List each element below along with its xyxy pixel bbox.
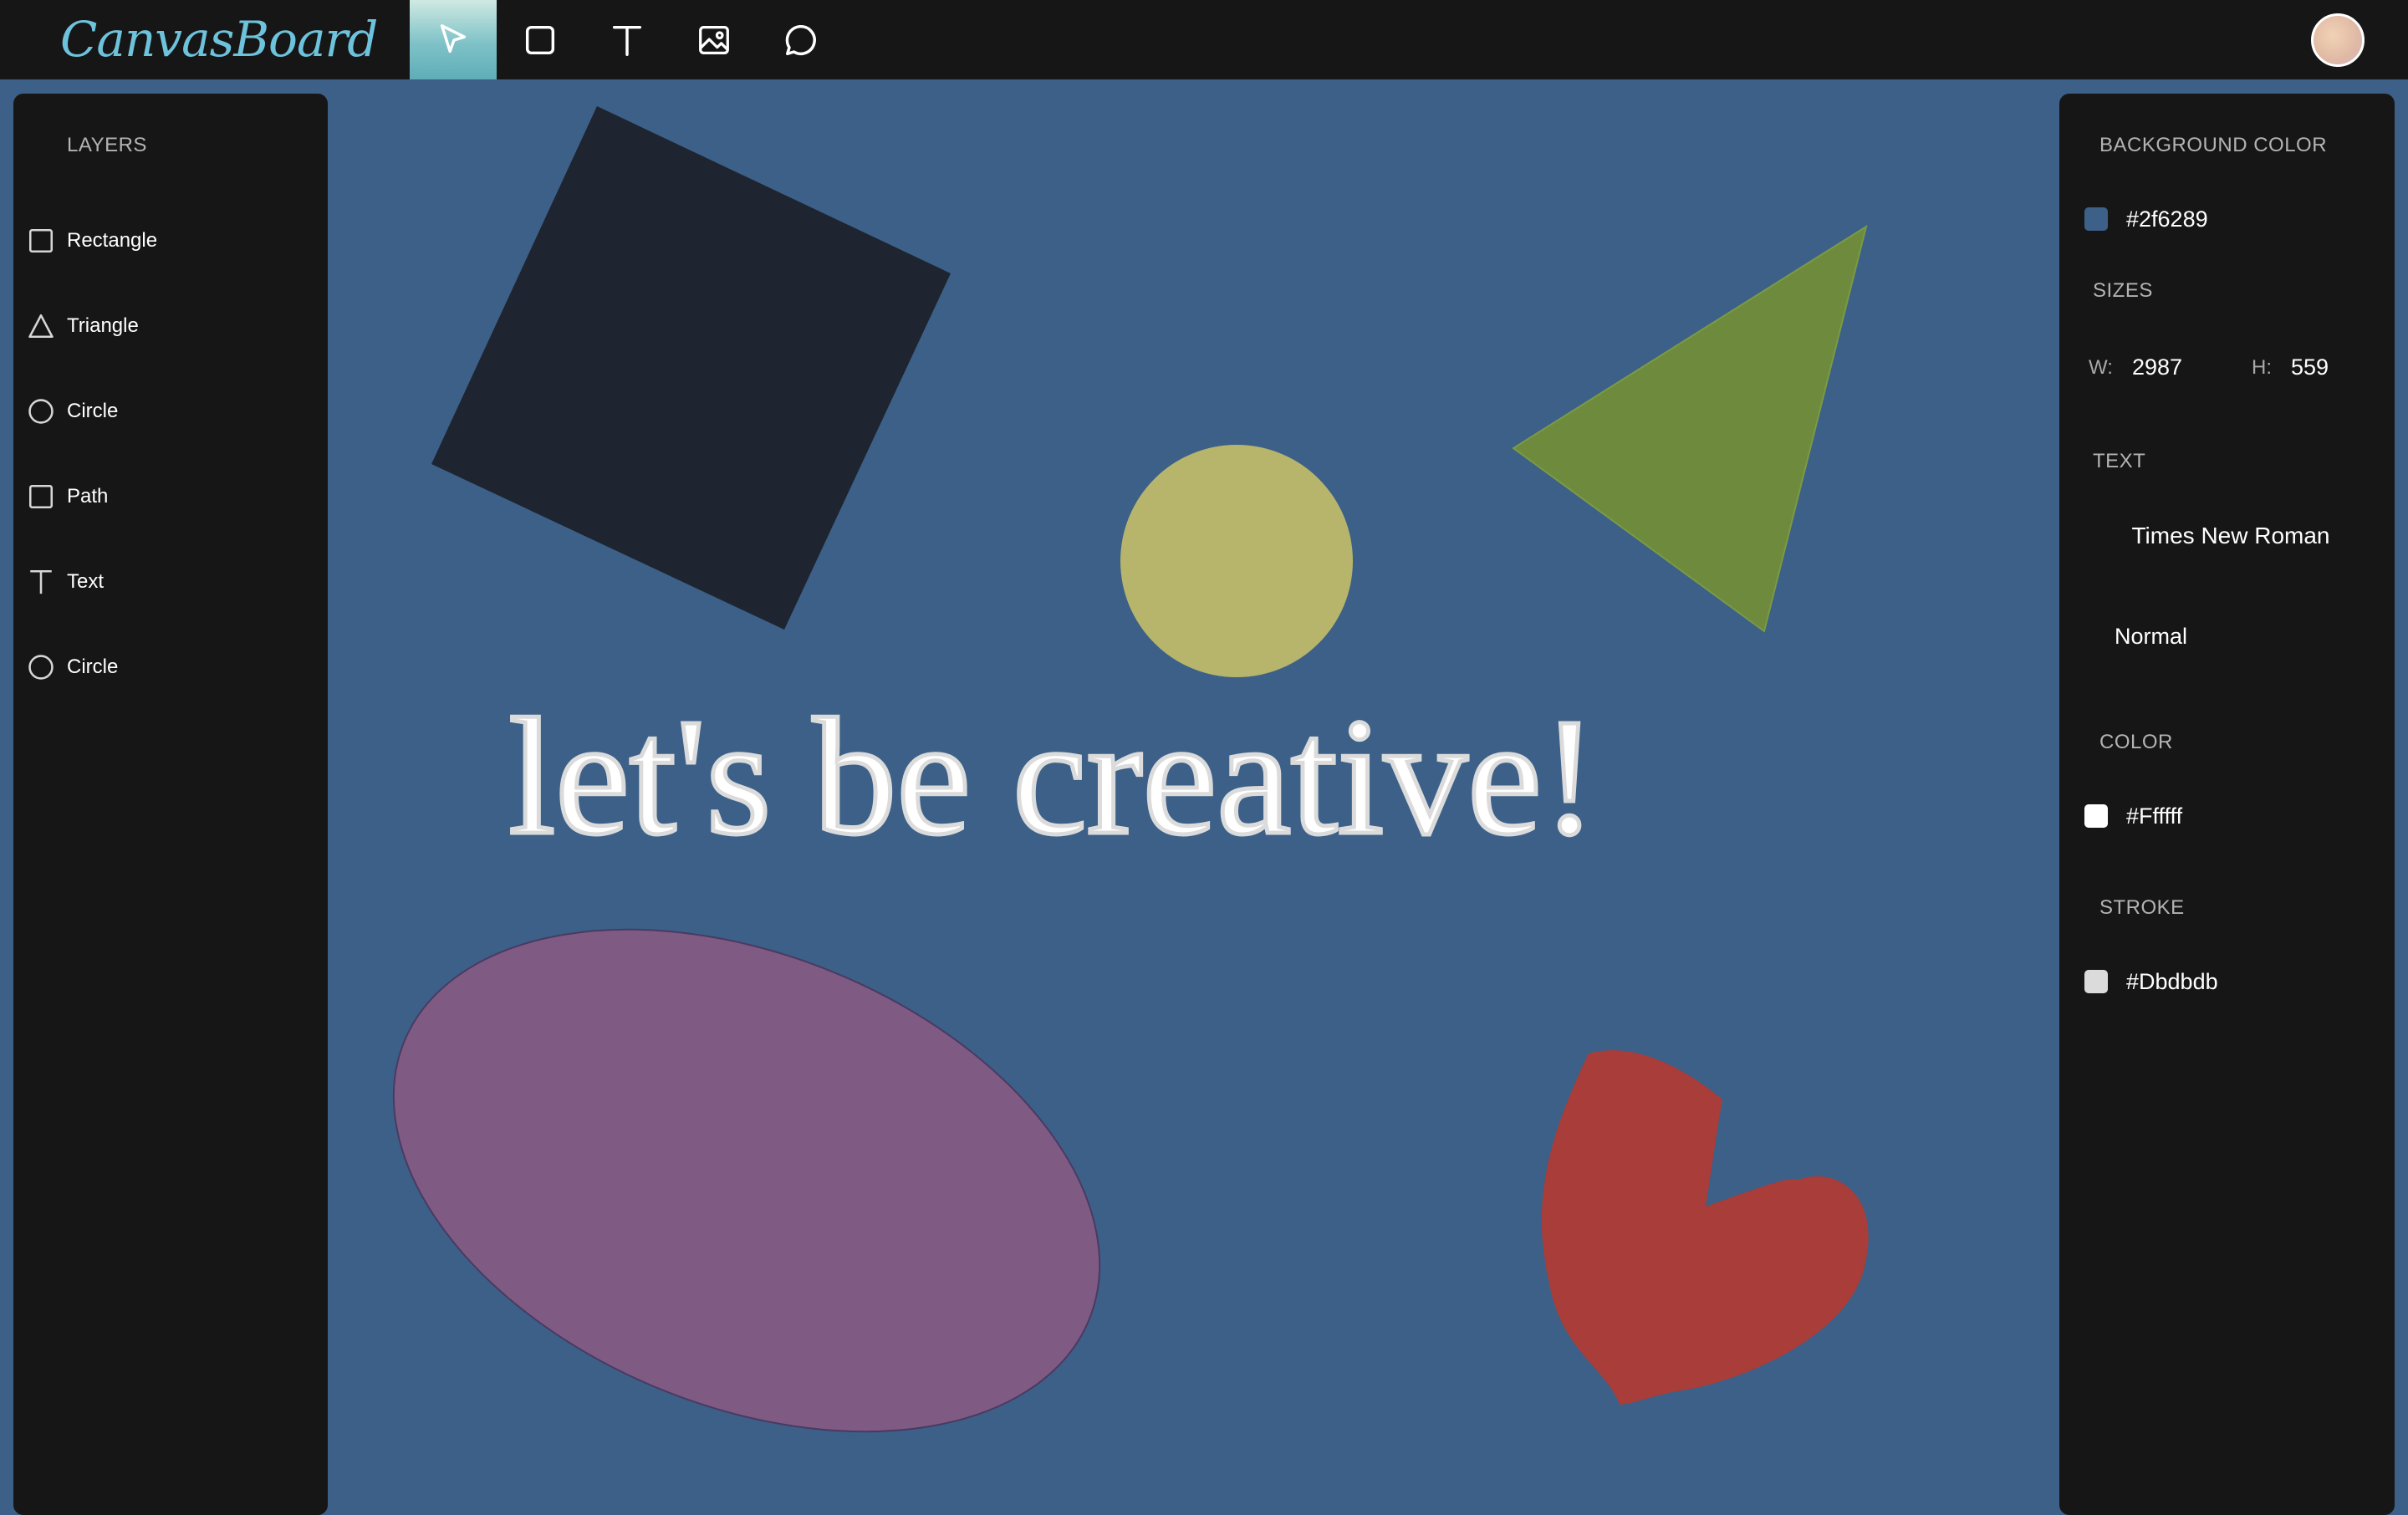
triangle-icon: [28, 314, 54, 339]
square-icon: [28, 484, 54, 509]
text-color-swatch[interactable]: [2084, 804, 2108, 828]
color-title: COLOR: [2099, 731, 2173, 753]
height-input[interactable]: 559: [2291, 355, 2329, 380]
layer-label: Triangle: [67, 314, 139, 337]
layer-label: Path: [67, 485, 109, 508]
stroke-title: STROKE: [2099, 896, 2185, 919]
layer-label: Circle: [67, 655, 119, 678]
background-color-title: BACKGROUND COLOR: [2099, 134, 2328, 156]
top-toolbar: CanvasBoard: [0, 0, 2408, 79]
background-color-value[interactable]: #2f6289: [2126, 207, 2208, 232]
heart-shape[interactable]: [1541, 1050, 1869, 1405]
rectangle-tool-button[interactable]: [497, 0, 584, 79]
user-avatar[interactable]: [2311, 13, 2365, 67]
layer-item-path[interactable]: Path: [27, 478, 108, 515]
height-label: H:: [2252, 356, 2272, 379]
comment-tool-button[interactable]: [758, 0, 844, 79]
text-tool-button[interactable]: [584, 0, 671, 79]
square-icon: [28, 228, 54, 253]
text-color-value[interactable]: #Ffffff: [2126, 803, 2182, 829]
circle-shape[interactable]: [1120, 445, 1353, 677]
layer-item-circle[interactable]: Circle: [27, 393, 118, 430]
text-icon: [612, 25, 642, 56]
square-icon: [525, 25, 555, 54]
text-title: TEXT: [2093, 450, 2146, 472]
width-input[interactable]: 2987: [2132, 355, 2182, 380]
layer-item-circle-2[interactable]: Circle: [27, 649, 118, 686]
image-tool-button[interactable]: [671, 0, 758, 79]
width-label: W:: [2089, 356, 2113, 379]
canvas-text-element[interactable]: let's be creative!: [328, 681, 1778, 874]
circle-icon: [28, 399, 54, 424]
font-family-select[interactable]: Times New Roman: [2122, 523, 2339, 549]
properties-panel: BACKGROUND COLOR #2f6289 SIZES W: 2987 H…: [2059, 94, 2395, 1515]
app-logo[interactable]: CanvasBoard: [60, 8, 378, 71]
layer-item-rectangle[interactable]: Rectangle: [27, 222, 157, 259]
select-tool-button[interactable]: [410, 0, 497, 79]
rectangle-shape[interactable]: [431, 106, 951, 630]
cursor-icon: [440, 23, 467, 53]
layer-label: Circle: [67, 400, 119, 422]
background-color-swatch[interactable]: [2084, 207, 2108, 231]
drawing-canvas[interactable]: let's be creative!: [328, 79, 2059, 1505]
layers-title: LAYERS: [67, 134, 147, 156]
layer-label: Text: [67, 570, 105, 593]
image-icon: [699, 25, 729, 54]
circle-icon: [28, 655, 54, 680]
stroke-color-value[interactable]: #Dbdbdb: [2126, 969, 2218, 995]
ellipse-shape[interactable]: [328, 833, 1174, 1505]
triangle-shape[interactable]: [1512, 224, 1868, 633]
layer-item-triangle[interactable]: Triangle: [27, 308, 139, 344]
layer-label: Rectangle: [67, 229, 158, 252]
sizes-title: SIZES: [2093, 279, 2153, 302]
layer-item-text[interactable]: Text: [27, 564, 104, 600]
font-weight-select[interactable]: Normal: [2115, 624, 2187, 650]
layers-panel: LAYERS Rectangle Triangle Circle Path Te…: [13, 94, 328, 1515]
stroke-color-swatch[interactable]: [2084, 970, 2108, 993]
chat-bubble-icon: [785, 24, 816, 55]
text-icon: [30, 569, 52, 594]
